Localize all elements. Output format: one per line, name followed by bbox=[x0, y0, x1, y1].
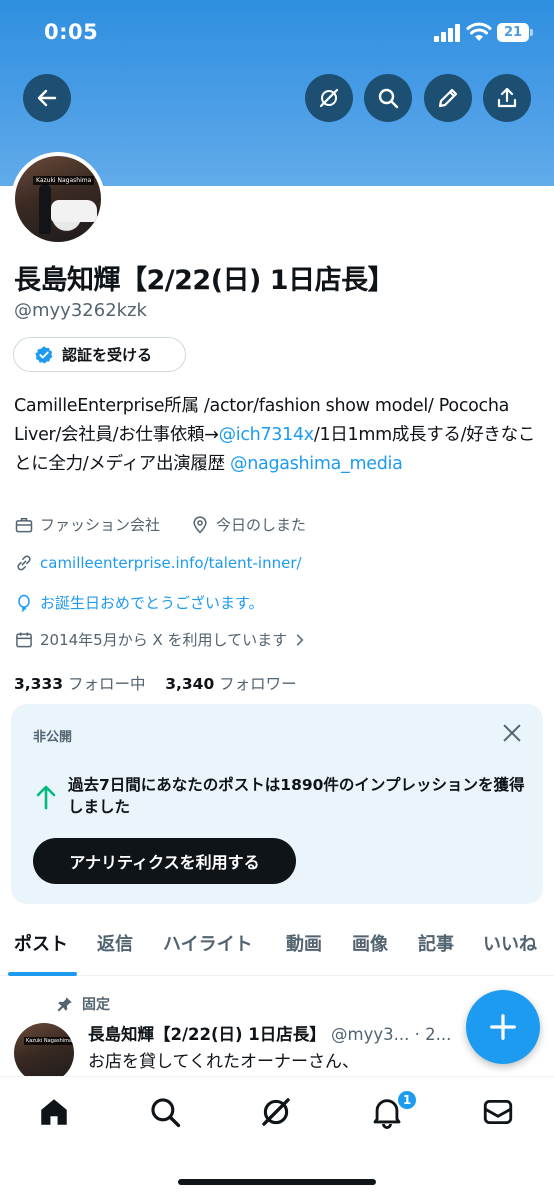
following-label: フォロー中 bbox=[67, 675, 146, 693]
arrow-up-icon bbox=[36, 785, 56, 810]
close-icon[interactable] bbox=[501, 722, 523, 744]
battery-indicator: 21 bbox=[497, 23, 533, 42]
profile-location: 今日のしまた bbox=[216, 516, 307, 534]
profile-joined-row[interactable]: 2014年5月から X を利用しています bbox=[14, 629, 307, 650]
wifi-icon bbox=[466, 22, 492, 41]
status-time: 0:05 bbox=[44, 20, 99, 44]
search-icon[interactable] bbox=[148, 1095, 182, 1129]
get-verified-label: 認証を受ける bbox=[62, 346, 153, 364]
home-icon[interactable] bbox=[37, 1095, 71, 1129]
tab-articles[interactable]: 記事 bbox=[418, 930, 454, 956]
tab-images[interactable]: 画像 bbox=[352, 930, 388, 956]
share-icon bbox=[497, 87, 517, 108]
pencil-icon bbox=[438, 88, 458, 108]
impressions-text: 過去7日間にあなたのポストは1890件のインプレッションを獲得しました bbox=[68, 776, 525, 816]
tab-posts[interactable]: ポスト bbox=[14, 930, 68, 956]
search-button[interactable] bbox=[364, 74, 412, 122]
notification-badge: 1 bbox=[396, 1089, 418, 1111]
private-label: 非公開 bbox=[33, 730, 73, 745]
cellular-signal-icon bbox=[434, 24, 460, 42]
profile-name: 長島知輝【2/22(日) 1日店長】 bbox=[14, 265, 395, 296]
profile-website-link[interactable]: camilleenterprise.info/talent-inner/ bbox=[40, 554, 302, 572]
plus-icon bbox=[490, 1014, 516, 1040]
avatar-name-tag: Kazuki Nagashima bbox=[33, 176, 95, 185]
balloon-icon bbox=[18, 594, 30, 612]
profile-category: ファッション会社 bbox=[40, 516, 161, 534]
avatar-car-shape bbox=[51, 200, 97, 222]
analytics-card: 非公開 過去7日間にあなたのポストは1890件のインプレッションを獲得しました … bbox=[11, 704, 543, 904]
share-button[interactable] bbox=[483, 74, 531, 122]
get-verified-button[interactable]: 認証を受ける bbox=[13, 337, 186, 372]
grok-button[interactable] bbox=[305, 74, 353, 122]
following-count: 3,333 bbox=[14, 675, 64, 693]
profile-birthday-row: お誕生日おめでとうございます。 bbox=[14, 592, 264, 613]
status-bar: 0:05 21 bbox=[0, 0, 554, 66]
post-text[interactable]: お店を貸してくれたオーナーさん、 bbox=[88, 1047, 359, 1072]
home-indicator bbox=[178, 1179, 376, 1185]
followers-link[interactable]: 3,340 フォロワー bbox=[165, 675, 296, 693]
location-pin-icon bbox=[193, 515, 207, 534]
profile-meta-row-1: ファッション会社 今日のしまた bbox=[14, 514, 306, 535]
tab-videos[interactable]: 動画 bbox=[286, 930, 322, 956]
calendar-icon bbox=[16, 632, 32, 647]
post-handle-time: @myy3... · 2... bbox=[331, 1025, 452, 1044]
bio-mention-link-2[interactable]: @nagashima_media bbox=[230, 454, 403, 474]
profile-handle: @myy3262kzk bbox=[14, 300, 147, 321]
edit-button[interactable] bbox=[424, 74, 472, 122]
tab-likes[interactable]: いいね bbox=[483, 930, 537, 956]
post-author-name[interactable]: 長島知輝【2/22(日) 1日店長】 bbox=[88, 1025, 326, 1044]
pinned-indicator: 固定 bbox=[56, 994, 110, 1014]
profile-joined: 2014年5月から X を利用しています bbox=[40, 631, 288, 649]
profile-tabs: ポスト 返信 ハイライト 動画 画像 記事 いいね bbox=[0, 920, 554, 976]
back-button[interactable] bbox=[23, 74, 71, 122]
pinned-label: 固定 bbox=[82, 997, 110, 1013]
grok-icon[interactable] bbox=[259, 1095, 293, 1129]
following-link[interactable]: 3,333 フォロー中 bbox=[14, 675, 145, 693]
mail-icon[interactable] bbox=[481, 1095, 515, 1129]
back-arrow-icon bbox=[37, 89, 57, 107]
avatar-person-shape bbox=[39, 184, 51, 234]
followers-count: 3,340 bbox=[165, 675, 215, 693]
use-analytics-button[interactable]: アナリティクスを利用する bbox=[33, 838, 296, 884]
profile-website-row[interactable]: camilleenterprise.info/talent-inner/ bbox=[14, 553, 302, 573]
tab-replies[interactable]: 返信 bbox=[97, 930, 133, 956]
search-icon bbox=[378, 88, 399, 109]
post-author-avatar[interactable]: Kazuki Nagashima bbox=[14, 1023, 74, 1083]
active-tab-indicator bbox=[8, 972, 77, 976]
chevron-right-icon bbox=[297, 634, 304, 645]
tab-highlights[interactable]: ハイライト bbox=[163, 930, 253, 956]
verified-badge-icon bbox=[35, 345, 53, 363]
post-avatar-tag: Kazuki Nagashima bbox=[24, 1037, 74, 1045]
grok-icon bbox=[319, 88, 339, 108]
followers-label: フォロワー bbox=[219, 675, 297, 693]
follow-stats: 3,333 フォロー中 3,340 フォロワー bbox=[14, 672, 297, 694]
pin-icon bbox=[57, 997, 72, 1012]
post-header: 長島知輝【2/22(日) 1日店長】 @myy3... · 2... bbox=[88, 1021, 478, 1045]
profile-avatar[interactable]: Kazuki Nagashima bbox=[11, 152, 105, 246]
profile-bio: CamilleEnterprise所属 /actor/fashion show … bbox=[14, 392, 544, 479]
link-icon bbox=[17, 555, 31, 571]
briefcase-icon bbox=[15, 517, 33, 532]
profile-birthday: お誕生日おめでとうございます。 bbox=[40, 594, 264, 612]
compose-post-button[interactable] bbox=[466, 990, 540, 1064]
bio-mention-link-1[interactable]: @ich7314x bbox=[219, 425, 315, 445]
